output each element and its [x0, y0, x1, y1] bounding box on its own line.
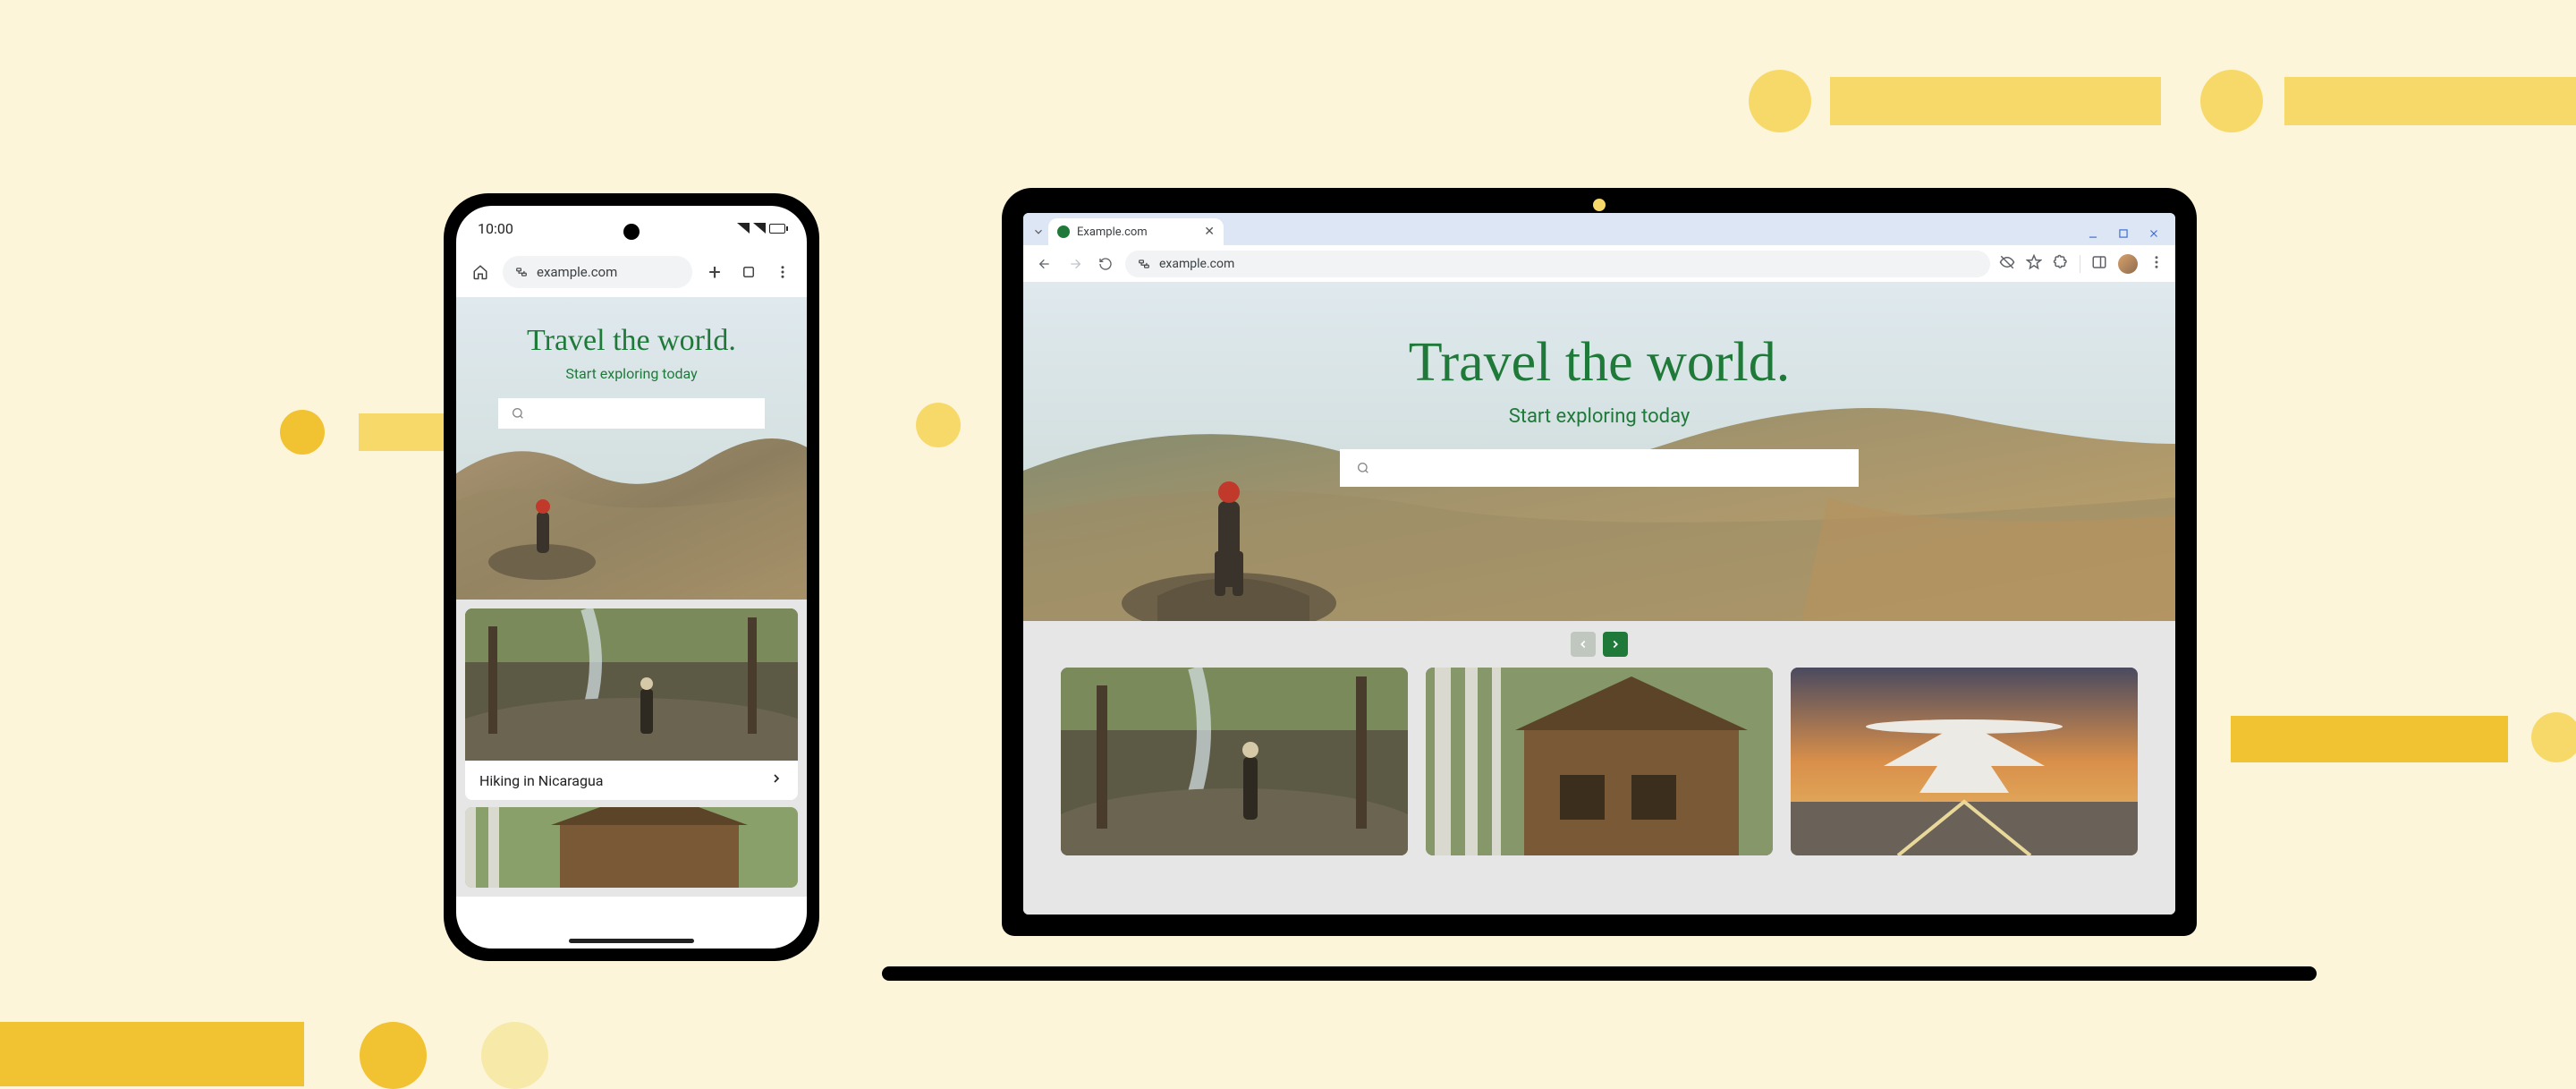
tab-search-button[interactable] — [1029, 222, 1048, 242]
chevron-right-icon — [769, 771, 784, 789]
reload-button[interactable] — [1095, 253, 1116, 275]
close-button[interactable] — [2145, 227, 2163, 240]
laptop-screen: Example.com ✕ example.com — [1023, 213, 2175, 915]
overflow-menu-button[interactable] — [2148, 254, 2165, 274]
search-icon — [511, 406, 525, 421]
phone-camera-notch — [623, 224, 640, 240]
address-bar[interactable]: example.com — [1125, 251, 1990, 277]
decoration-bar — [1830, 77, 2161, 125]
decoration-circle — [1749, 70, 1811, 132]
card-image — [465, 608, 798, 761]
gesture-handle[interactable] — [569, 939, 694, 943]
side-panel-button[interactable] — [2091, 254, 2107, 274]
hero-overlay: Travel the world. Start exploring today — [1023, 283, 2175, 621]
hero-subtitle: Start exploring today — [1509, 405, 1690, 428]
status-time: 10:00 — [478, 220, 513, 237]
decoration-circle — [2200, 70, 2263, 132]
carousel-next-button[interactable] — [1603, 632, 1628, 657]
card-title: Hiking in Nicaragua — [479, 772, 604, 789]
destination-card[interactable] — [1426, 668, 1773, 855]
decoration-circle — [280, 410, 325, 455]
home-button[interactable] — [469, 260, 492, 284]
decoration-bar — [2231, 716, 2508, 762]
bookmark-button[interactable] — [2026, 254, 2042, 274]
destination-card[interactable] — [1061, 668, 1408, 855]
decoration-bar — [2284, 77, 2576, 125]
window-controls — [2084, 227, 2175, 245]
overflow-menu-button[interactable] — [771, 260, 794, 284]
card-title-bar: Hiking in Nicaragua — [465, 761, 798, 800]
laptop-frame: Example.com ✕ example.com — [989, 188, 2209, 957]
site-settings-icon — [515, 266, 528, 278]
status-icons — [737, 223, 785, 234]
phone-frame: 10:00 example.com + — [444, 193, 819, 961]
url-text: example.com — [537, 264, 617, 280]
destination-card[interactable] — [1791, 668, 2138, 855]
toolbar-actions — [1999, 254, 2165, 274]
page-content: Travel the world. Start exploring today — [1023, 283, 2175, 915]
cards-list: Hiking in Nicaragua — [456, 600, 807, 897]
minimize-button[interactable] — [2084, 227, 2102, 240]
wifi-icon — [737, 223, 750, 234]
phone-screen: 10:00 example.com + — [456, 206, 807, 949]
laptop-camera — [1593, 199, 1606, 211]
search-input[interactable] — [1340, 449, 1859, 487]
carousel-controls — [1023, 621, 2175, 668]
tab-title: Example.com — [1077, 225, 1148, 239]
search-input[interactable] — [498, 398, 765, 429]
destination-cards — [1023, 668, 2175, 855]
tab-switcher-button[interactable] — [737, 260, 760, 284]
new-tab-button[interactable]: + — [703, 259, 726, 285]
mobile-toolbar: example.com + — [456, 251, 807, 297]
decoration-bar — [0, 1022, 304, 1086]
hero-subtitle: Start exploring today — [565, 365, 697, 382]
destination-card[interactable]: Hiking in Nicaragua — [465, 608, 798, 800]
hero-title: Travel the world. — [1409, 331, 1791, 395]
address-bar[interactable]: example.com — [503, 256, 692, 288]
tab-strip: Example.com ✕ — [1023, 213, 2175, 245]
tab-favicon — [1057, 225, 1070, 238]
laptop-lid: Example.com ✕ example.com — [1002, 188, 2197, 936]
forward-button[interactable] — [1064, 253, 1086, 275]
carousel-prev-button[interactable] — [1571, 632, 1596, 657]
hero-section: Travel the world. Start exploring today — [456, 297, 807, 600]
decoration-circle — [360, 1022, 427, 1089]
hero-overlay: Travel the world. Start exploring today — [456, 297, 807, 600]
hero-title: Travel the world. — [527, 324, 736, 358]
url-text: example.com — [1159, 257, 1234, 271]
maximize-button[interactable] — [2114, 227, 2132, 240]
hero-section: Travel the world. Start exploring today — [1023, 283, 2175, 621]
signal-icon — [753, 223, 766, 234]
browser-tab[interactable]: Example.com ✕ — [1048, 218, 1224, 245]
search-icon — [1356, 461, 1370, 475]
destination-card[interactable] — [465, 807, 798, 888]
profile-avatar[interactable] — [2118, 254, 2138, 274]
browser-toolbar: example.com — [1023, 245, 2175, 283]
incognito-off-icon[interactable] — [1999, 254, 2015, 274]
extensions-button[interactable] — [2053, 254, 2069, 274]
decoration-circle — [2531, 712, 2576, 762]
back-button[interactable] — [1034, 253, 1055, 275]
battery-icon — [769, 224, 785, 234]
decoration-circle — [481, 1022, 548, 1089]
site-settings-icon — [1138, 258, 1150, 270]
decoration-circle — [916, 403, 961, 447]
laptop-base — [882, 966, 2317, 981]
tab-close-button[interactable]: ✕ — [1204, 225, 1215, 239]
